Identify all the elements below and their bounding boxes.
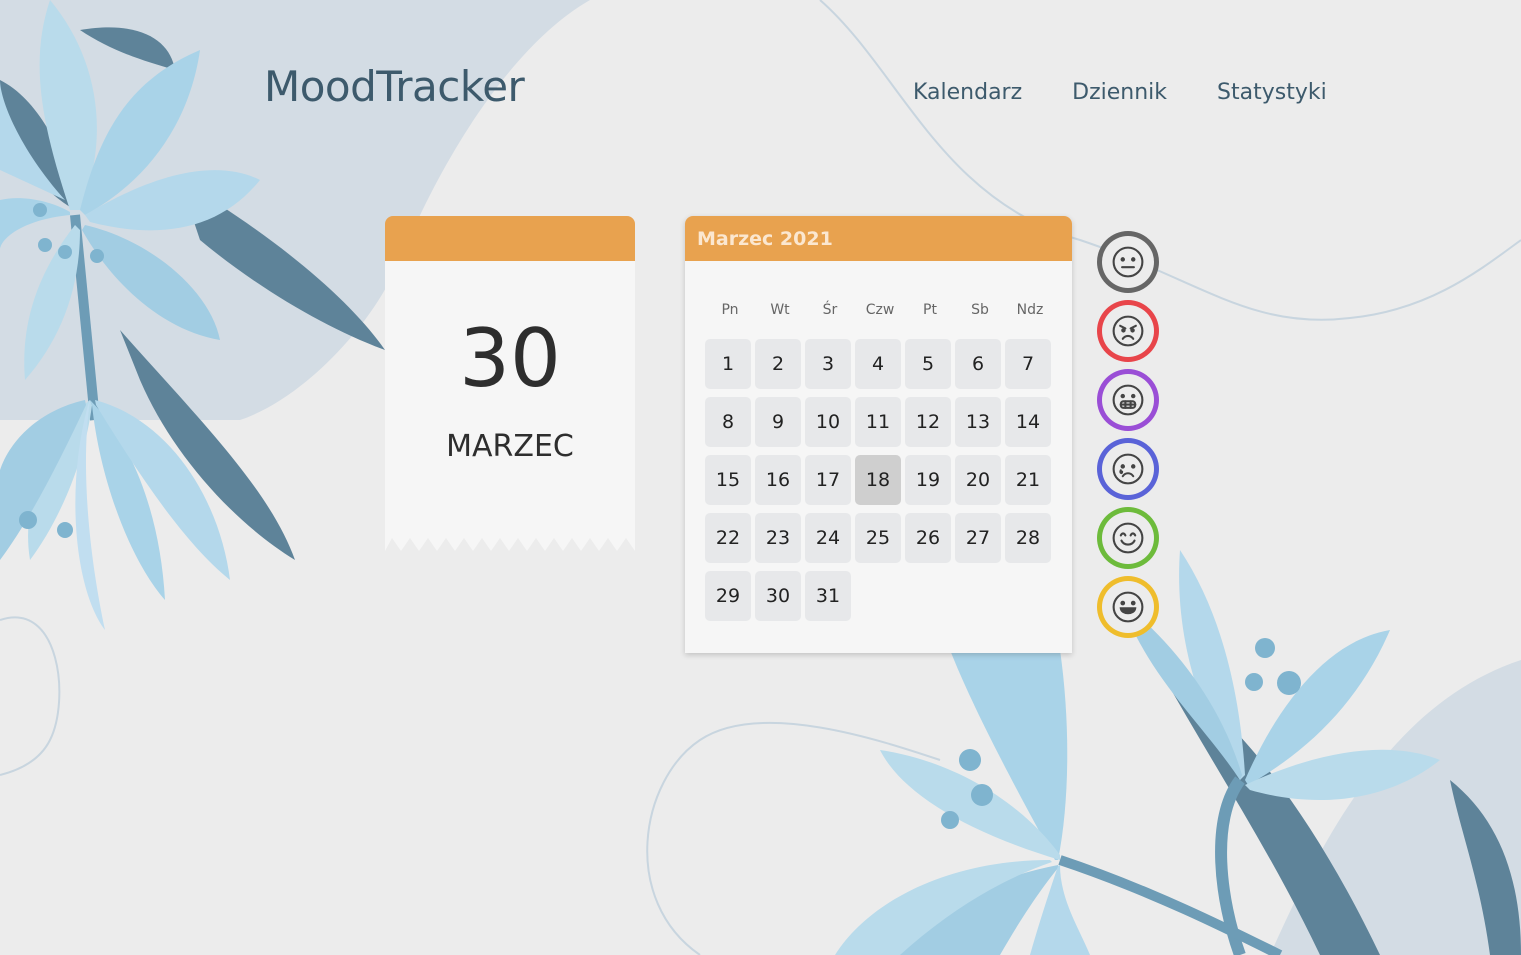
calendar-day[interactable]: 14: [1005, 397, 1051, 447]
calendar-day[interactable]: 5: [905, 339, 951, 389]
calendar-day[interactable]: 11: [855, 397, 901, 447]
calendar-header: Marzec 2021: [685, 216, 1072, 261]
mood-button-face: [1102, 305, 1154, 357]
grimace-mood-button[interactable]: [1097, 369, 1159, 431]
weekday-label: Wt: [770, 302, 790, 318]
app-logo[interactable]: MoodTracker: [264, 62, 525, 111]
calendar-day-selected[interactable]: 18: [855, 455, 901, 505]
happy-mood-button[interactable]: [1097, 576, 1159, 638]
calendar-day[interactable]: 2: [755, 339, 801, 389]
mood-picker: [1097, 231, 1159, 645]
mood-button-face: [1102, 581, 1154, 633]
calendar-days: 1 2 3 4 5 6 7 8 9 10 11 12 13 14 15 16 17 18 19 20 21 22 23 24 2…: [705, 339, 1055, 621]
calendar-day[interactable]: 29: [705, 571, 751, 621]
mood-button-face: [1102, 374, 1154, 426]
calendar-day[interactable]: 30: [755, 571, 801, 621]
month-calendar: Marzec 2021 Pn Wt Śr Czw Pt Sb Ndz 12345…: [685, 216, 1072, 653]
weekday-label: Pn: [721, 302, 739, 318]
today-month-name: MARZEC: [446, 429, 574, 464]
calendar-day[interactable]: 15: [705, 455, 751, 505]
calendar-weekdays: Pn Wt Śr Czw Pt Sb Ndz: [705, 302, 1055, 318]
calendar-day[interactable]: 19: [905, 455, 951, 505]
weekday-label: Pt: [923, 302, 937, 318]
happy-mood-icon: [1112, 591, 1144, 623]
calendar-day[interactable]: 12: [905, 397, 951, 447]
grimace-mood-icon: [1112, 384, 1144, 416]
calendar-day[interactable]: 24: [805, 513, 851, 563]
neutral-mood-icon: [1112, 246, 1144, 278]
calendar-day[interactable]: 10: [805, 397, 851, 447]
calendar-day[interactable]: 26: [905, 513, 951, 563]
nav-statystyki[interactable]: Statystyki: [1217, 80, 1327, 105]
mood-button-face: [1102, 236, 1154, 288]
weekday-label: Ndz: [1016, 302, 1044, 318]
today-card-body: 30 MARZEC: [385, 261, 635, 551]
calendar-day[interactable]: 17: [805, 455, 851, 505]
mood-button-face: [1102, 512, 1154, 564]
weekday-label: Sb: [971, 302, 989, 318]
weekday-label: Śr: [822, 302, 838, 318]
nav-kalendarz[interactable]: Kalendarz: [913, 80, 1022, 105]
calendar-day[interactable]: 22: [705, 513, 751, 563]
calendar-day[interactable]: 23: [755, 513, 801, 563]
content-mood-button[interactable]: [1097, 507, 1159, 569]
angry-mood-icon: [1112, 315, 1144, 347]
calendar-day[interactable]: 28: [1005, 513, 1051, 563]
neutral-mood-button[interactable]: [1097, 231, 1159, 293]
mood-button-face: [1102, 443, 1154, 495]
background-line-left: [0, 616, 61, 776]
weekday-label: Czw: [865, 302, 895, 318]
today-card: 30 MARZEC: [385, 216, 635, 551]
calendar-title: Marzec 2021: [697, 227, 833, 250]
calendar-day[interactable]: 8: [705, 397, 751, 447]
calendar-day[interactable]: 9: [755, 397, 801, 447]
calendar-day[interactable]: 4: [855, 339, 901, 389]
today-day-number: 30: [459, 312, 561, 405]
sad-mood-icon: [1112, 453, 1144, 485]
calendar-day[interactable]: 16: [755, 455, 801, 505]
calendar-day[interactable]: 21: [1005, 455, 1051, 505]
calendar-day[interactable]: 20: [955, 455, 1001, 505]
calendar-day[interactable]: 7: [1005, 339, 1051, 389]
sad-mood-button[interactable]: [1097, 438, 1159, 500]
calendar-day[interactable]: 3: [805, 339, 851, 389]
main-nav: Kalendarz Dziennik Statystyki: [913, 80, 1327, 105]
calendar-day[interactable]: 25: [855, 513, 901, 563]
calendar-day[interactable]: 6: [955, 339, 1001, 389]
calendar-day[interactable]: 27: [955, 513, 1001, 563]
nav-dziennik[interactable]: Dziennik: [1072, 80, 1167, 105]
content-mood-icon: [1112, 522, 1144, 554]
calendar-day[interactable]: 13: [955, 397, 1001, 447]
angry-mood-button[interactable]: [1097, 300, 1159, 362]
calendar-day[interactable]: 1: [705, 339, 751, 389]
calendar-day[interactable]: 31: [805, 571, 851, 621]
today-card-header: [385, 216, 635, 261]
